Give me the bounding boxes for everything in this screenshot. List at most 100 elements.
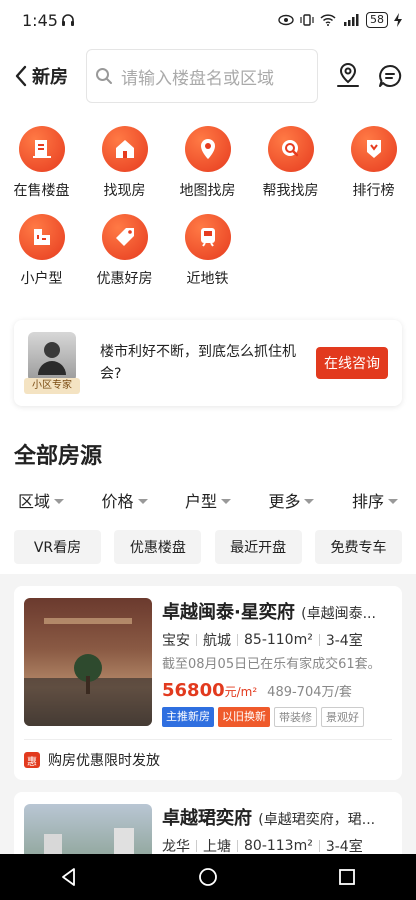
online-consult-button[interactable]: 在线咨询	[316, 347, 388, 379]
search-placeholder: 请输入楼盘名或区域	[121, 68, 274, 89]
search-icon	[96, 68, 112, 84]
category-label: 在售楼盘	[13, 183, 70, 199]
quick-chips: VR看房 优惠楼盘 最近开盘 免费专车	[14, 530, 402, 574]
listing-district: 宝安	[162, 633, 190, 649]
category-label: 优惠好房	[96, 271, 153, 287]
listing-card[interactable]: 卓越闽泰·星奕府 (卓越闽泰... 宝安 航城 85-110m² 3-4室 截至…	[14, 586, 402, 780]
listing-promo[interactable]: 惠 购房优惠限时发放	[24, 739, 392, 770]
expert-tag: 小区专家	[24, 378, 80, 394]
listing-tags: 主推新房 以旧换新 带装修 景观好	[162, 707, 392, 727]
chip-free-shuttle[interactable]: 免费专车	[314, 530, 402, 564]
listing-alias: (卓越闽泰...	[301, 606, 376, 622]
listing-name: 卓越闽泰·星奕府	[162, 602, 295, 623]
expert-avatar: 小区专家	[24, 332, 80, 394]
listing-area: 航城	[203, 633, 231, 649]
top-bar: 新房 请输入楼盘名或区域	[0, 40, 416, 112]
nav-recents-icon[interactable]	[337, 867, 357, 887]
filter-bar: 区域 价格 户型 更多 排序	[14, 488, 402, 512]
back-button[interactable]: 新房	[14, 63, 86, 89]
map-pin-icon	[184, 126, 231, 172]
all-listings-section: 全部房源 区域 价格 户型 更多 排序 VR看房 优惠楼盘 最近开盘 免费专车	[0, 420, 416, 574]
building-icon	[18, 126, 65, 172]
category-small-unit[interactable]: 小户型	[0, 214, 83, 288]
listing-rooms: 3-4室	[325, 839, 363, 855]
message-button[interactable]	[376, 62, 404, 90]
nav-home-icon[interactable]	[197, 866, 219, 888]
status-time: 1:45	[22, 11, 75, 30]
caret-down-icon	[387, 498, 398, 504]
tag-good-view: 景观好	[321, 707, 364, 727]
listing-photo	[24, 598, 152, 726]
tag-featured: 主推新房	[162, 707, 214, 727]
listing-unit-price: 56800	[162, 680, 225, 701]
discount-badge-icon: 惠	[24, 752, 40, 768]
person-icon	[28, 332, 76, 382]
consult-text: 楼市利好不断，到底怎么抓住机会?	[100, 344, 296, 382]
listing-size: 85-110m²	[244, 632, 313, 648]
listing-alias: (卓越珺奕府，珺...	[258, 812, 376, 828]
filter-price[interactable]: 价格	[101, 488, 148, 512]
category-help-find[interactable]: 帮我找房	[249, 126, 332, 200]
caret-down-icon	[304, 498, 315, 504]
consult-card[interactable]: 小区专家 楼市利好不断，到底怎么抓住机会? 在线咨询	[14, 320, 402, 406]
tag-decorated: 带装修	[274, 707, 317, 727]
category-label: 排行榜	[352, 183, 395, 199]
caret-down-icon	[220, 498, 231, 504]
headphones-icon	[61, 14, 74, 26]
chevron-left-icon	[15, 65, 27, 87]
location-button[interactable]	[334, 62, 362, 90]
listing-size: 80-113m²	[244, 838, 313, 854]
page-title: 新房	[32, 67, 68, 88]
category-ready-house[interactable]: 找现房	[83, 126, 166, 200]
chip-recent-open[interactable]: 最近开盘	[214, 530, 302, 564]
wifi-icon	[320, 14, 336, 26]
listing-area: 上塘	[203, 839, 231, 855]
chip-discount[interactable]: 优惠楼盘	[114, 530, 202, 564]
charging-icon	[394, 13, 402, 27]
chat-bubble-icon	[379, 64, 402, 87]
status-bar: 1:45 58	[0, 0, 416, 40]
chip-vr[interactable]: VR看房	[14, 530, 101, 564]
discount-tag-icon	[101, 214, 148, 260]
category-grid: 在售楼盘 找现房 地图找房 帮我找房 排行榜 小户型 优惠好房 近地铁	[0, 112, 416, 312]
category-map-search[interactable]: 地图找房	[166, 126, 249, 200]
signal-icon	[344, 14, 359, 26]
listing-district: 龙华	[162, 839, 190, 855]
section-title: 全部房源	[14, 444, 103, 469]
listing-price-unit: 元/m²	[224, 685, 258, 699]
listing-rooms: 3-4室	[325, 633, 363, 649]
category-on-sale[interactable]: 在售楼盘	[0, 126, 83, 200]
subway-icon	[184, 214, 231, 260]
category-row: 小户型 优惠好房 近地铁	[0, 214, 416, 288]
category-ranking[interactable]: 排行榜	[332, 126, 415, 200]
listing-total-price: 489-704万/套	[267, 685, 352, 700]
search-house-icon	[267, 126, 314, 172]
filter-sort[interactable]: 排序	[352, 488, 398, 512]
category-near-subway[interactable]: 近地铁	[166, 214, 249, 288]
system-nav-bar	[0, 854, 416, 900]
vibrate-icon	[300, 14, 314, 26]
listing-list: 卓越闽泰·星奕府 (卓越闽泰... 宝安 航城 85-110m² 3-4室 截至…	[0, 574, 416, 900]
filter-more[interactable]: 更多	[268, 488, 315, 512]
consult-section: 小区专家 楼市利好不断，到底怎么抓住机会? 在线咨询	[0, 312, 416, 420]
promo-text: 购房优惠限时发放	[48, 753, 160, 769]
category-discount[interactable]: 优惠好房	[83, 214, 166, 288]
category-label: 帮我找房	[262, 183, 319, 199]
battery-indicator: 58	[366, 12, 388, 28]
category-label: 地图找房	[179, 183, 236, 199]
caret-down-icon	[137, 498, 148, 504]
category-label: 小户型	[20, 271, 63, 287]
listing-deal-info: 截至08月05日已在乐有家成交61套。	[162, 657, 381, 672]
category-label: 找现房	[103, 183, 146, 199]
listing-name: 卓越珺奕府	[162, 808, 252, 829]
ranking-badge-icon	[350, 126, 397, 172]
filter-region[interactable]: 区域	[18, 488, 65, 512]
house-icon	[101, 126, 148, 172]
clock-text: 1:45	[22, 10, 58, 30]
nav-back-icon[interactable]	[59, 867, 79, 887]
location-person-icon	[337, 62, 359, 87]
search-input[interactable]: 请输入楼盘名或区域	[86, 49, 318, 103]
caret-down-icon	[54, 498, 65, 504]
filter-layout[interactable]: 户型	[185, 488, 231, 512]
category-label: 近地铁	[186, 271, 229, 287]
